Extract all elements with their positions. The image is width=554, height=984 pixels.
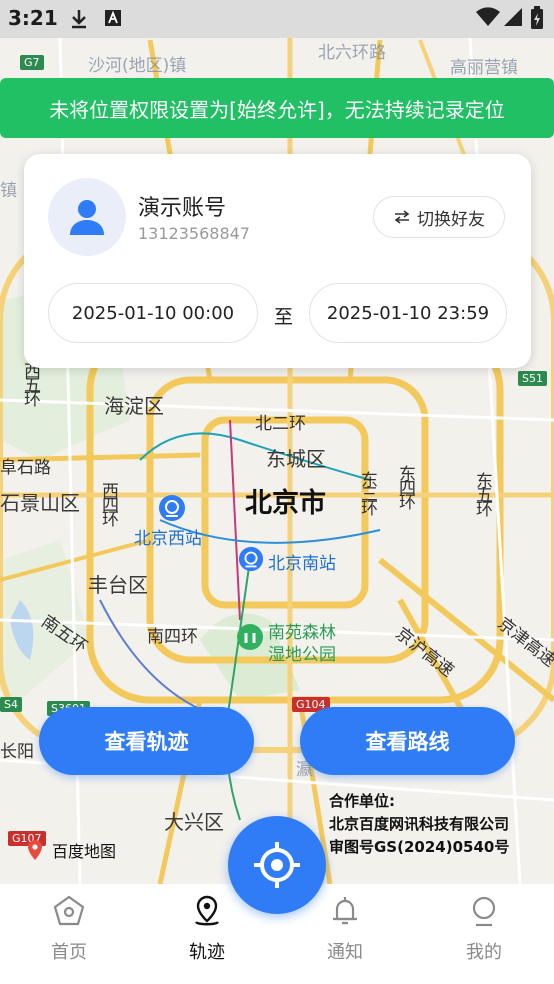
- map-label-north-sixth-ring: 北六环路: [318, 43, 386, 63]
- map-label-east-fifth-ring: 东五环: [472, 472, 492, 514]
- road-shield-s4: S4: [0, 697, 22, 712]
- map-label-changyang: 长阳: [0, 742, 34, 762]
- baidu-map-logo: 百度地图: [26, 838, 116, 862]
- attribution-line3: 审图号GS(2024)0540号: [329, 838, 510, 856]
- download-icon: [70, 9, 88, 33]
- map-label-east-third-ring: 东三环: [357, 471, 377, 513]
- nav-label-profile: 我的: [466, 942, 502, 963]
- battery-icon: [530, 6, 544, 34]
- end-date-field[interactable]: 2025-01-10 23:59: [309, 283, 507, 343]
- map-label-shahe: 沙河(地区)镇: [88, 56, 187, 76]
- nav-label-notifications: 通知: [327, 942, 363, 963]
- font-icon: [104, 9, 122, 31]
- map-label-dongcheng: 东城区: [266, 447, 326, 471]
- map-label-beijing-city: 北京市: [245, 488, 326, 519]
- banner-text: 未将位置权限设置为[始终允许]，无法持续记录定位: [49, 97, 505, 122]
- start-date-value: 2025-01-10 00:00: [71, 302, 235, 324]
- home-icon: [53, 895, 85, 926]
- nav-label-track: 轨迹: [189, 942, 225, 963]
- bell-icon: [333, 897, 357, 925]
- account-card: 演示账号 13123568847 切换好友 2025-01-10 00:00 至…: [24, 154, 531, 368]
- map-label-gaoliying: 高丽营镇: [450, 58, 518, 78]
- map-label-west-fourth-ring: 西四环: [98, 482, 118, 524]
- end-date-value: 2025-01-10 23:59: [326, 302, 490, 324]
- map-label-daxing: 大兴区: [164, 810, 224, 834]
- baidu-logo-text: 百度地图: [52, 842, 117, 861]
- nav-label-home: 首页: [51, 942, 87, 963]
- nav-item-notifications[interactable]: 通知: [305, 894, 385, 964]
- map-label-shijingshan: 石景山区: [0, 491, 80, 515]
- map-label-west-fifth-ring: 西五环: [20, 362, 40, 404]
- location-pin-icon: [195, 895, 219, 926]
- view-route-button[interactable]: 查看路线: [300, 707, 515, 775]
- attribution-line1: 合作单位:: [329, 792, 395, 810]
- map-label-haidian: 海淀区: [104, 394, 164, 418]
- map-pin-logo-icon: [28, 840, 42, 860]
- wifi-icon: [476, 7, 500, 31]
- map-label-north-second-ring: 北二环: [255, 414, 306, 434]
- avatar: [48, 178, 126, 256]
- map-label-beijing-south-station: 北京南站: [268, 554, 336, 574]
- location-permission-banner[interactable]: 未将位置权限设置为[始终允许]，无法持续记录定位: [0, 78, 554, 138]
- date-separator: 至: [274, 306, 294, 328]
- switch-friend-label: 切换好友: [417, 209, 485, 230]
- map-label-fengtai: 丰台区: [88, 573, 148, 597]
- status-bar: 3:21: [0, 0, 554, 38]
- map-label-beijing-west-station: 北京西站: [134, 529, 202, 549]
- nav-item-track[interactable]: 轨迹: [167, 894, 247, 964]
- profile-icon: [472, 896, 496, 927]
- user-icon: [70, 200, 104, 235]
- account-name: 演示账号: [138, 196, 227, 221]
- view-track-button[interactable]: 查看轨迹: [39, 707, 254, 775]
- view-route-label: 查看路线: [365, 730, 450, 754]
- status-time: 3:21: [8, 6, 58, 30]
- attribution-line2: 北京百度网讯科技有限公司: [329, 815, 510, 833]
- map-label-fading-left: 镇: [0, 181, 17, 201]
- swap-icon: [394, 210, 410, 224]
- map-label-nanyuan-park-2: 湿地公园: [268, 645, 336, 665]
- road-shield-g7: G7: [20, 55, 44, 70]
- map-label-fushi-road: 阜石路: [0, 458, 51, 478]
- map-label-south-fourth-ring: 南四环: [147, 627, 198, 647]
- start-date-field[interactable]: 2025-01-10 00:00: [48, 283, 258, 343]
- view-track-label: 查看轨迹: [104, 730, 189, 754]
- crosshair-icon: [254, 842, 300, 888]
- locate-me-button[interactable]: [228, 816, 326, 914]
- map-label-east-fourth-ring: 东四环: [395, 465, 415, 507]
- map-attribution: 合作单位: 北京百度网讯科技有限公司 审图号GS(2024)0540号: [329, 790, 509, 859]
- nav-item-home[interactable]: 首页: [29, 894, 109, 964]
- road-shield-s51: S51: [518, 371, 547, 386]
- switch-friend-button[interactable]: 切换好友: [373, 196, 505, 238]
- signal-icon: [503, 7, 523, 31]
- nav-item-profile[interactable]: 我的: [444, 894, 524, 964]
- account-phone: 13123568847: [138, 224, 250, 243]
